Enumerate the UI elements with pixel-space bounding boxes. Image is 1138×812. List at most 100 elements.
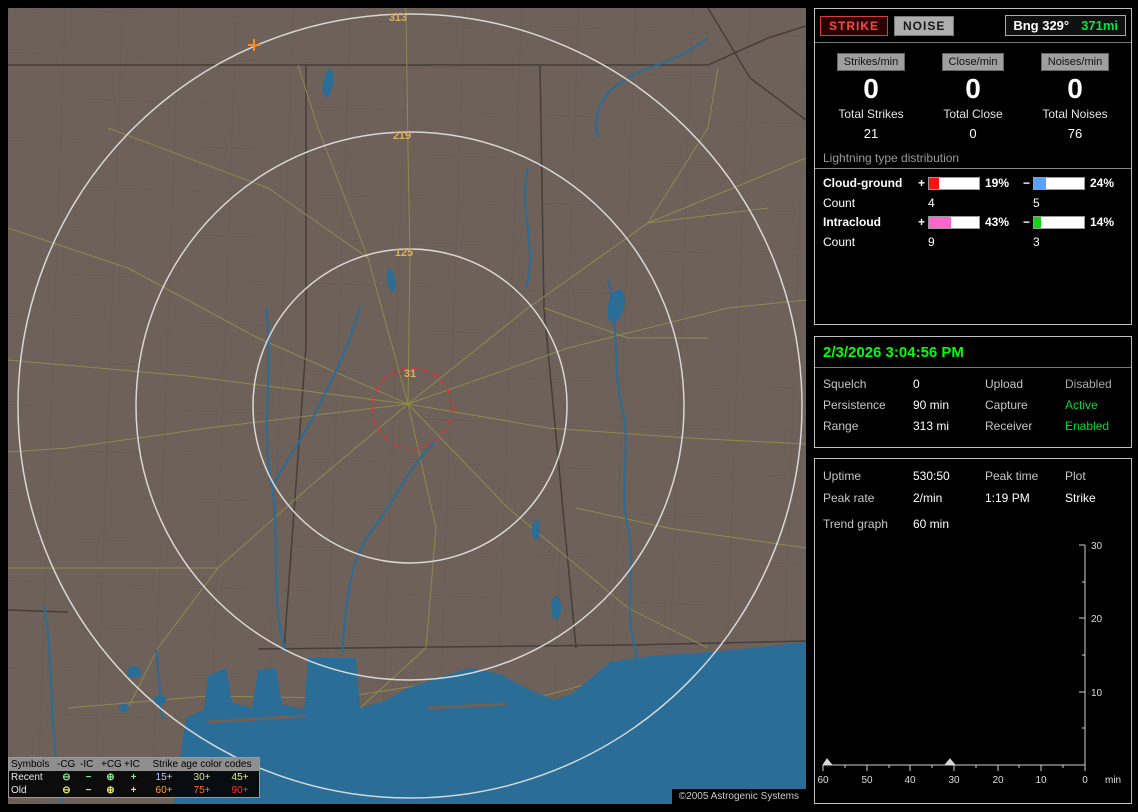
trend-panel: Uptime 530:50 Peak time Plot Peak rate 2… (814, 458, 1132, 804)
upload-label: Upload (985, 377, 1024, 391)
x-tick-60: 60 (817, 775, 829, 786)
close-per-min-value: 0 (965, 73, 981, 104)
noise-mode-button[interactable]: NOISE (894, 15, 955, 36)
capture-label: Capture (985, 398, 1028, 412)
ring-label-219: 219 (393, 130, 411, 142)
pos-cg-recent-icon: ⊕ (106, 772, 115, 783)
cloud-ground-label: Cloud-ground (823, 176, 903, 191)
noises-per-min-value: 0 (1067, 73, 1083, 104)
receiver-label: Receiver (985, 419, 1033, 433)
plot-value: Strike (1065, 491, 1096, 505)
cg-count-label: Count (823, 196, 856, 211)
legend-col-pos-ic: +IC (124, 759, 140, 770)
status-grid: Squelch 0 Upload Disabled Persistence 90… (815, 368, 1131, 442)
cg-minus-bar-fill (1034, 177, 1046, 189)
uptime-grid: Uptime 530:50 Peak time Plot Peak rate 2… (815, 459, 1131, 505)
minus-sign: − (1022, 176, 1030, 191)
age-60: 60+ (155, 785, 173, 796)
intracloud-row: Intracloud + 43% − 14% (815, 210, 1131, 229)
total-strikes-label: Total Strikes (838, 107, 904, 122)
uptime-label: Uptime (823, 469, 862, 483)
total-noises: Total Noises 76 (1025, 107, 1125, 141)
trend-graph-label: Trend graph (823, 517, 888, 531)
ic-minus-count: 3 (1033, 235, 1040, 250)
ic-minus-bar-fill (1034, 216, 1041, 228)
cloud-ground-count-row: Count 4 5 (815, 190, 1131, 210)
total-strikes: Total Strikes 21 (821, 107, 921, 141)
mode-toolbar: STRIKE NOISE Bng 329° 371mi (815, 9, 1131, 43)
squelch-value: 0 (913, 377, 920, 391)
legend-col-neg-ic: -IC (80, 759, 94, 770)
total-close-value: 0 (969, 126, 977, 142)
cloud-ground-row: Cloud-ground + 19% − 24% (815, 171, 1131, 190)
ic-minus-bar (1033, 215, 1085, 229)
strike-legend: Symbols -CG -IC +CG +IC Strike age color… (8, 757, 260, 798)
legend-symbols-header: Symbols (11, 759, 50, 770)
ic-minus-pct: 14% (1090, 215, 1115, 230)
peak-time-label: Peak time (985, 469, 1039, 483)
age-90: 90+ (231, 785, 249, 796)
close-per-min-label[interactable]: Close/min (941, 53, 1005, 71)
system-status-panel: 2/3/2026 3:04:56 PM Squelch 0 Upload Dis… (814, 336, 1132, 448)
x-tick-40: 40 (904, 775, 916, 786)
pos-ic-old-icon: + (130, 785, 137, 796)
bearing-readout: Bng 329° 371mi (1005, 15, 1126, 36)
plus-sign: + (917, 176, 925, 191)
total-close: Total Close 0 (923, 107, 1023, 141)
strikes-per-min-counter: Strikes/min 0 (821, 52, 921, 103)
ic-plus-pct: 43% (985, 215, 1010, 230)
bearing-value: Bng 329° (1013, 18, 1070, 33)
cg-minus-bar (1033, 176, 1085, 190)
strikes-per-min-label[interactable]: Strikes/min (836, 53, 906, 71)
cg-minus-pct: 24% (1090, 176, 1115, 191)
plus-sign: + (917, 215, 925, 230)
strikes-per-min-value: 0 (863, 73, 879, 104)
neg-ic-recent-icon: − (85, 772, 92, 783)
legend-header: Symbols -CG -IC +CG +IC Strike age color… (9, 758, 259, 771)
ring-label-31: 31 (404, 368, 416, 380)
capture-value: Active (1065, 398, 1098, 412)
age-75: 75+ (193, 785, 211, 796)
trend-graph: 30 20 10 60 50 40 30 20 10 0 min (817, 541, 1121, 786)
bearing-range-value: 371mi (1081, 18, 1118, 33)
map-panel[interactable]: 313 219 125 31 Symbols -CG -IC +CG +IC S… (8, 8, 806, 804)
cg-plus-bar (928, 176, 980, 190)
peak-rate-value: 2/min (913, 491, 943, 505)
persistence-label: Persistence (823, 398, 886, 412)
trend-tick-labels: 30 20 10 60 50 40 30 20 10 0 min (817, 541, 1121, 786)
strike-mode-button[interactable]: STRIKE (820, 15, 889, 36)
ic-count-label: Count (823, 235, 856, 250)
rate-counters: Strikes/min 0 Close/min 0 Noises/min 0 (815, 43, 1131, 103)
datetime-display: 2/3/2026 3:04:56 PM (815, 337, 1131, 368)
intracloud-label: Intracloud (823, 215, 882, 230)
x-tick-0: 0 (1082, 775, 1088, 786)
legend-age-header: Strike age color codes (152, 759, 252, 770)
trend-series-strike (822, 758, 957, 766)
noises-per-min-label[interactable]: Noises/min (1040, 53, 1110, 71)
plot-label: Plot (1065, 469, 1086, 483)
y-tick-20: 20 (1091, 614, 1103, 625)
total-close-label: Total Close (943, 107, 1003, 122)
map-canvas[interactable]: 313 219 125 31 (8, 8, 806, 804)
trend-window-value: 60 min (913, 517, 950, 531)
total-noises-value: 76 (1067, 126, 1083, 142)
peak-rate-label: Peak rate (823, 491, 875, 505)
receiver-value: Enabled (1065, 419, 1110, 433)
neg-cg-recent-icon: ⊖ (62, 772, 71, 783)
x-tick-50: 50 (861, 775, 873, 786)
cg-plus-pct: 19% (985, 176, 1010, 191)
legend-old-label: Old (11, 785, 27, 796)
trend-axes (822, 544, 1086, 771)
x-tick-30: 30 (948, 775, 960, 786)
cg-minus-count: 5 (1033, 196, 1040, 211)
age-30: 30+ (193, 772, 211, 783)
cg-plus-bar-fill (929, 177, 939, 189)
persistence-value: 90 min (913, 398, 950, 412)
cg-plus-count: 4 (928, 196, 935, 211)
trend-graph-header: Trend graph 60 min (815, 505, 1131, 531)
legend-row-old: Old ⊖ − ⊕ + 60+ 75+ 90+ (9, 784, 259, 797)
age-15: 15+ (155, 772, 173, 783)
total-strikes-value: 21 (863, 126, 879, 142)
ring-label-125: 125 (395, 247, 413, 259)
y-tick-30: 30 (1091, 541, 1103, 552)
